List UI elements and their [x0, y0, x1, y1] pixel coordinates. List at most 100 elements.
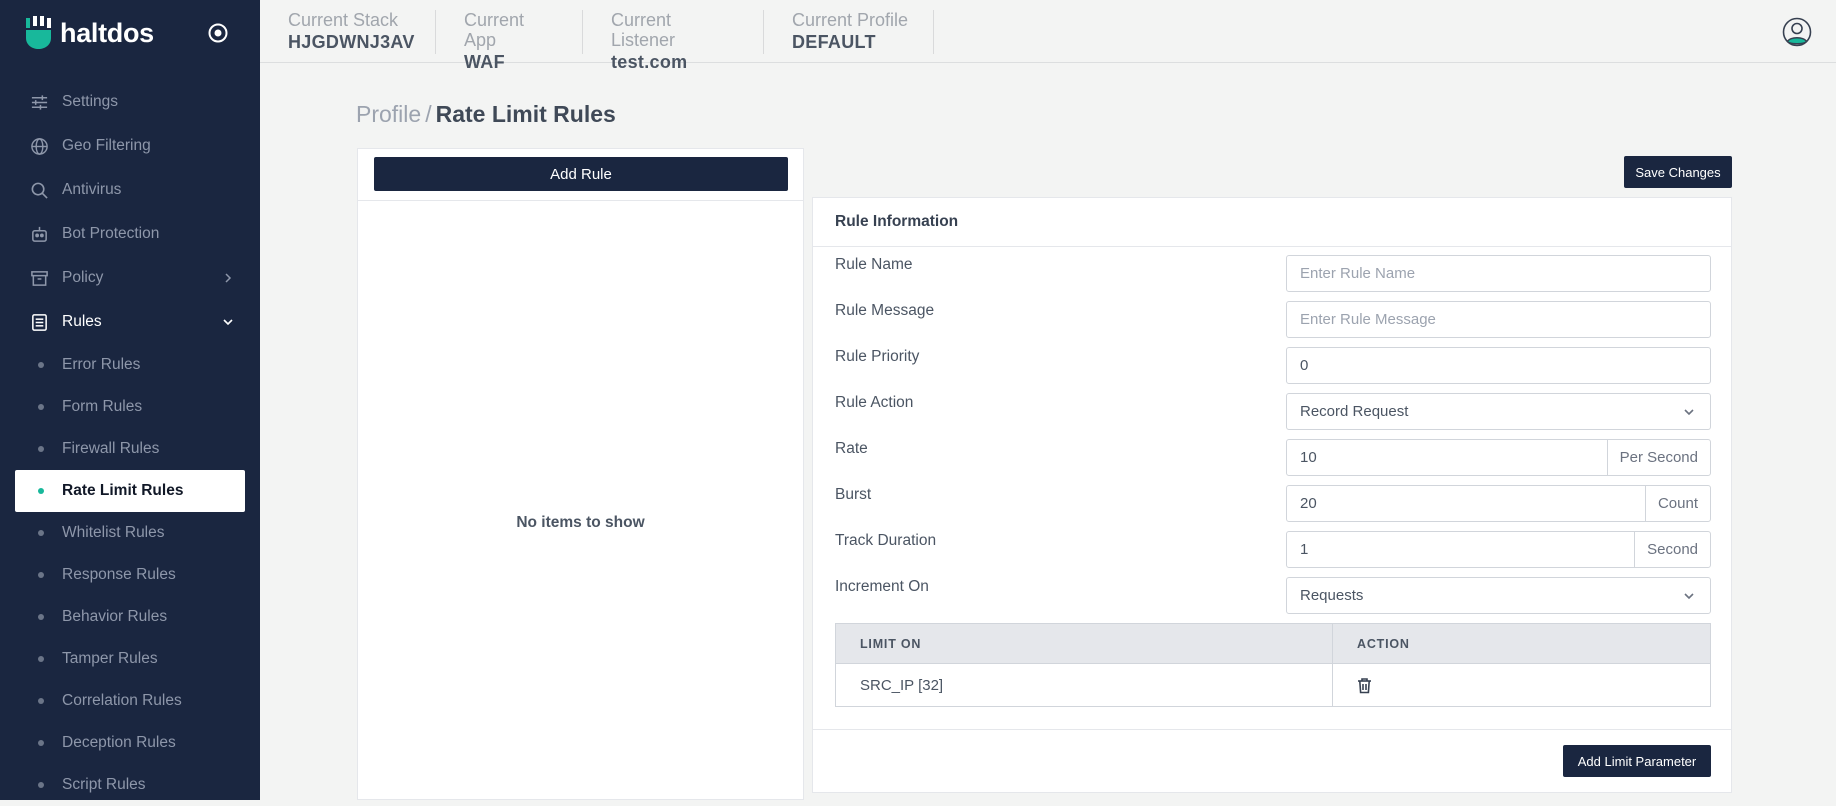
context-value: HJGDWNJ3AV — [288, 32, 415, 52]
rule-information-card: Rule Information Rule Name Enter Rule Na… — [812, 197, 1732, 793]
track-duration-unit: Second — [1634, 532, 1710, 567]
action-cell — [1332, 663, 1711, 707]
sidebar-subitem-form-rules[interactable]: Form Rules — [0, 386, 260, 428]
sidebar-subitem-tamper-rules[interactable]: Tamper Rules — [0, 638, 260, 680]
sidebar-item-label: Bot Protection — [62, 225, 160, 242]
robot-icon — [32, 226, 47, 242]
empty-state-text: No items to show — [516, 514, 645, 531]
sidebar-subitem-behavior-rules[interactable]: Behavior Rules — [0, 596, 260, 638]
bullet-icon — [38, 740, 44, 746]
sidebar-toggle-icon[interactable] — [207, 22, 229, 44]
current-app[interactable]: Current App WAF — [436, 10, 583, 72]
rule-message-input[interactable]: Enter Rule Message — [1286, 301, 1711, 338]
bullet-icon — [38, 404, 44, 410]
sidebar-subitem-label: Whitelist Rules — [62, 524, 165, 541]
chevron-down-icon — [1684, 408, 1694, 415]
current-stack[interactable]: Current Stack HJGDWNJ3AV — [260, 10, 436, 54]
rate-value: 10 — [1300, 449, 1317, 466]
increment-on-value: Requests — [1300, 587, 1364, 604]
sidebar: haltdos Settings Geo Filtering Antivirus — [0, 0, 260, 800]
save-changes-button[interactable]: Save Changes — [1624, 156, 1732, 188]
sidebar-subitem-response-rules[interactable]: Response Rules — [0, 554, 260, 596]
sidebar-item-antivirus[interactable]: Antivirus — [0, 168, 260, 212]
current-profile[interactable]: Current Profile DEFAULT — [764, 10, 934, 54]
sidebar-subitem-label: Firewall Rules — [62, 440, 160, 457]
sidebar-subitem-rate-limit-rules[interactable]: Rate Limit Rules — [15, 470, 245, 512]
rate-input[interactable]: 10 Per Second — [1286, 439, 1711, 476]
sidebar-item-label: Geo Filtering — [62, 137, 151, 154]
rate-label: Rate — [835, 440, 868, 457]
brand-logo-icon — [26, 16, 51, 49]
sidebar-subitem-label: Rate Limit Rules — [62, 482, 184, 499]
sidebar-subitem-deception-rules[interactable]: Deception Rules — [0, 722, 260, 764]
chevron-down-icon — [1684, 592, 1694, 599]
track-duration-input[interactable]: 1 Second — [1286, 531, 1711, 568]
divider — [358, 200, 803, 201]
bullet-icon — [38, 572, 44, 578]
sidebar-nav: Settings Geo Filtering Antivirus Bot Pro… — [0, 80, 260, 806]
sidebar-subitem-error-rules[interactable]: Error Rules — [0, 344, 260, 386]
sidebar-item-settings[interactable]: Settings — [0, 80, 260, 124]
search-icon — [31, 182, 48, 199]
add-limit-parameter-button[interactable]: Add Limit Parameter — [1563, 745, 1711, 777]
rule-message-label: Rule Message — [835, 302, 935, 319]
sidebar-item-label: Rules — [62, 313, 102, 330]
rule-priority-value: 0 — [1300, 357, 1309, 374]
sidebar-subitem-whitelist-rules[interactable]: Whitelist Rules — [0, 512, 260, 554]
burst-input[interactable]: 20 Count — [1286, 485, 1711, 522]
add-rule-button[interactable]: Add Rule — [374, 157, 788, 191]
breadcrumb-parent-link[interactable]: Profile — [356, 101, 421, 127]
sidebar-item-geo-filtering[interactable]: Geo Filtering — [0, 124, 260, 168]
trash-icon[interactable] — [1357, 677, 1372, 694]
sliders-icon — [31, 95, 48, 110]
table-row: SRC_IP [32] — [835, 663, 1711, 707]
bullet-icon — [38, 362, 44, 368]
breadcrumb-separator: / — [425, 101, 432, 127]
rule-name-placeholder: Enter Rule Name — [1300, 265, 1416, 282]
column-header-limit-on: LIMIT ON — [835, 623, 1333, 664]
divider — [813, 246, 1731, 247]
limits-table: LIMIT ON ACTION SRC_IP [32] — [835, 623, 1711, 707]
context-label: Current Listener — [611, 10, 676, 50]
increment-on-label: Increment On — [835, 578, 929, 595]
rule-name-input[interactable]: Enter Rule Name — [1286, 255, 1711, 292]
sidebar-item-rules[interactable]: Rules — [0, 300, 260, 344]
bullet-icon — [38, 698, 44, 704]
sidebar-item-policy[interactable]: Policy — [0, 256, 260, 300]
current-listener[interactable]: Current Listener test.com — [583, 10, 764, 72]
bullet-icon — [38, 614, 44, 620]
page-title: Rate Limit Rules — [435, 101, 616, 127]
list-icon — [32, 314, 47, 331]
rule-priority-input[interactable]: 0 — [1286, 347, 1711, 384]
sidebar-subitem-label: Tamper Rules — [62, 650, 158, 667]
rule-priority-label: Rule Priority — [835, 348, 920, 365]
bullet-icon — [38, 488, 44, 494]
brand[interactable]: haltdos — [24, 16, 154, 50]
sidebar-subitem-label: Error Rules — [62, 356, 141, 373]
user-avatar-icon[interactable] — [1782, 17, 1812, 47]
rule-list-panel: Add Rule No items to show — [357, 148, 804, 800]
rule-name-label: Rule Name — [835, 256, 913, 273]
breadcrumb: Profile / Rate Limit Rules — [356, 101, 616, 128]
sidebar-subitem-firewall-rules[interactable]: Firewall Rules — [0, 428, 260, 470]
rule-action-select[interactable]: Record Request — [1286, 393, 1711, 430]
archive-icon — [31, 271, 48, 286]
context-value: test.com — [611, 52, 688, 72]
sidebar-subitem-label: Behavior Rules — [62, 608, 168, 625]
sidebar-item-bot-protection[interactable]: Bot Protection — [0, 212, 260, 256]
increment-on-select[interactable]: Requests — [1286, 577, 1711, 614]
sidebar-item-label: Settings — [62, 93, 119, 110]
card-title: Rule Information — [835, 213, 959, 230]
bullet-icon — [38, 782, 44, 788]
track-duration-value: 1 — [1300, 541, 1309, 558]
sidebar-subitem-correlation-rules[interactable]: Correlation Rules — [0, 680, 260, 722]
table-header-row: LIMIT ON ACTION — [835, 623, 1711, 664]
context-label: Current Stack — [288, 10, 399, 30]
brand-name: haltdos — [60, 17, 154, 48]
bullet-icon — [38, 446, 44, 452]
burst-value: 20 — [1300, 495, 1317, 512]
chevron-right-icon — [225, 273, 232, 283]
context-label: Current Profile — [792, 10, 909, 30]
track-duration-label: Track Duration — [835, 532, 937, 549]
column-header-action: ACTION — [1332, 623, 1711, 664]
